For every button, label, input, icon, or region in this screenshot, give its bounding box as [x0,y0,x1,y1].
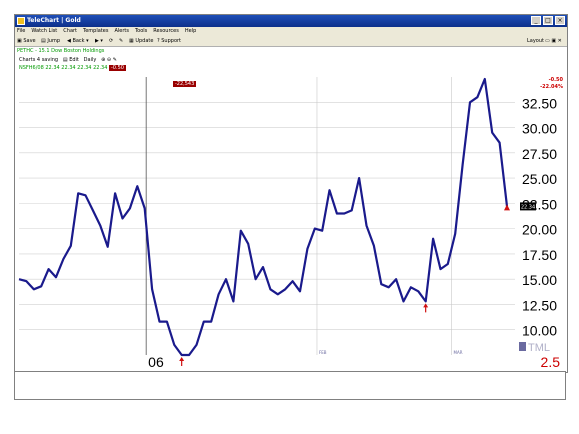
price-chart[interactable]: 32.5030.0027.5025.0022.5020.0017.5015.00… [15,15,567,372]
y-tick-label: 25.00 [522,171,557,187]
y-tick-label: 20.00 [522,222,557,238]
y-tick-label: 12.50 [522,297,557,313]
price-series: 22.34 [18,77,536,357]
tml-marker [519,342,526,351]
y-tick-label: 17.50 [522,247,557,263]
y-tick-label: 15.00 [522,272,557,288]
y-tick-label: 27.50 [522,146,557,162]
tml-label: TML [528,342,550,354]
x-marker-month: MAR [454,350,463,355]
y-tick-label: 32.50 [522,95,557,111]
x-marker-month: FEB [319,350,327,355]
signal-arrow [504,204,510,211]
chart-gridlines [19,77,515,355]
last-price-text: 22.34 [521,204,535,210]
y-tick-label: 10.00 [522,323,557,339]
indicator-value: 2.5 [541,354,561,370]
signal-arrow [179,357,185,366]
price-line [18,77,509,357]
y-tick-label: 30.00 [522,121,557,137]
x-marker-year: 06 [148,354,164,370]
lower-panel [14,371,566,400]
telechart-window: TeleChart | Gold _ □ × File Watch List C… [14,14,568,373]
y-axis-labels: 32.5030.0027.5025.0022.5020.0017.5015.00… [522,95,557,338]
signal-arrow [423,303,429,313]
x-axis-markers: 06 FEB MAR TML2.5 [148,342,560,370]
